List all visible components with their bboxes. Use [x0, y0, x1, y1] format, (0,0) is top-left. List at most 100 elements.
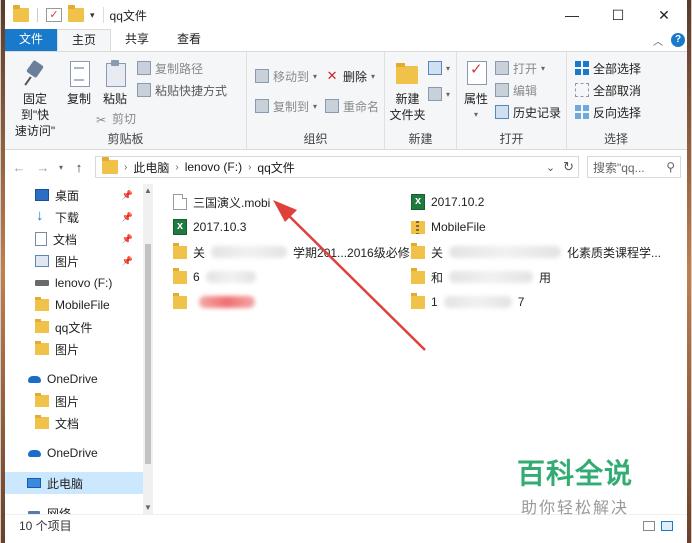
close-button[interactable]: ✕: [641, 0, 687, 30]
file-item[interactable]: 2017.10.2: [411, 192, 484, 212]
scissors-icon: ✂: [95, 113, 107, 127]
select-all-button[interactable]: 全部选择: [575, 58, 641, 78]
up-arrow-icon[interactable]: ↑: [71, 160, 87, 175]
file-item[interactable]: 和用: [411, 267, 551, 287]
rename-button[interactable]: 重命名: [325, 96, 379, 116]
file-item[interactable]: 关 化素质类课程学...: [411, 242, 661, 262]
nav-item[interactable]: 桌面 📌: [5, 184, 151, 206]
breadcrumb-this-pc[interactable]: 此电脑: [133, 159, 169, 176]
minimize-button[interactable]: —: [549, 0, 595, 30]
cut-button[interactable]: ✂ 剪切: [94, 109, 136, 129]
nav-item[interactable]: lenovo (F:): [5, 272, 151, 294]
nav-item[interactable]: OneDrive: [5, 442, 151, 464]
invert-selection-button[interactable]: 反向选择: [575, 102, 641, 122]
large-icons-view-icon[interactable]: [661, 520, 673, 531]
navigation-pane: 桌面📌下载📌文档📌图片📌lenovo (F:)MobileFileqq文件图片O…: [5, 184, 153, 521]
history-icon: [495, 105, 509, 119]
tab-file[interactable]: 文件: [5, 29, 58, 51]
paste-button[interactable]: 粘贴 ✂ 剪切: [94, 58, 136, 129]
recent-locations-dropdown[interactable]: ▾: [59, 163, 63, 172]
new-folder-quick-icon[interactable]: [68, 5, 84, 22]
breadcrumb-drive[interactable]: lenovo (F:): [185, 160, 242, 174]
pin-icon[interactable]: 📌: [122, 212, 133, 223]
delete-label: 删除: [343, 69, 368, 84]
back-arrow-icon[interactable]: ←: [11, 160, 27, 175]
history-button[interactable]: 历史记录: [495, 102, 561, 122]
copy-path-button[interactable]: 复制路径: [137, 58, 227, 78]
scroll-up-icon[interactable]: ▲: [144, 186, 152, 195]
nav-item[interactable]: 图片 📌: [5, 250, 151, 272]
paste-shortcut-icon: [137, 83, 151, 97]
file-item[interactable]: 2017.10.3: [173, 217, 246, 237]
search-placeholder: 搜索"qq...: [593, 160, 645, 175]
address-dropdown-icon[interactable]: ⌄: [546, 161, 555, 174]
address-bar[interactable]: › 此电脑 › lenovo (F:) › qq文件 ⌄ ↻: [95, 156, 579, 178]
tab-home[interactable]: 主页: [57, 29, 112, 51]
nav-item[interactable]: MobileFile: [5, 294, 151, 316]
file-item[interactable]: [173, 292, 255, 312]
desktop-wallpaper-edge: [687, 0, 691, 543]
breadcrumb-separator: ›: [248, 161, 252, 173]
easy-access-button[interactable]: ▾: [427, 84, 450, 104]
properties-button[interactable]: 属性 ▾: [461, 58, 491, 123]
help-icon[interactable]: ?: [671, 33, 685, 47]
tab-share[interactable]: 共享: [111, 29, 163, 51]
copy-to-icon: [255, 99, 269, 113]
copy-button[interactable]: 复制: [61, 58, 97, 107]
open-label: 打开: [513, 61, 538, 76]
nav-item[interactable]: OneDrive: [5, 368, 151, 390]
edit-button[interactable]: 编辑: [495, 80, 561, 100]
pin-quick-access-button[interactable]: 固定到"快 速访问": [9, 58, 61, 139]
file-item[interactable]: 6: [173, 267, 256, 287]
easy-access-icon: [427, 87, 442, 101]
customize-quick-access-dropdown[interactable]: ▾: [90, 10, 95, 21]
folder-icon: [35, 341, 49, 355]
navigation-scrollbar[interactable]: ▲ ▼: [143, 184, 153, 514]
file-item[interactable]: 关 学期201...2016级必修...: [173, 242, 420, 262]
nav-item[interactable]: 图片: [5, 338, 151, 360]
move-to-button[interactable]: 移动到 ▾: [255, 66, 317, 86]
nav-item[interactable]: 图片: [5, 390, 151, 412]
nav-item-label: 文档: [55, 416, 80, 431]
pin-icon[interactable]: 📌: [122, 234, 133, 245]
folder-icon: [411, 292, 425, 309]
paste-shortcut-button[interactable]: 粘贴快捷方式: [137, 80, 227, 100]
nav-item[interactable]: 文档 📌: [5, 228, 151, 250]
window-title: qq文件: [109, 8, 147, 23]
nav-item[interactable]: 文档: [5, 412, 151, 434]
delete-button[interactable]: ✕ 删除 ▾: [325, 66, 379, 86]
details-view-icon[interactable]: [643, 520, 655, 531]
nav-item[interactable]: 下载 📌: [5, 206, 151, 228]
properties-quick-icon[interactable]: ✓: [46, 8, 62, 22]
open-button[interactable]: 打开 ▾: [495, 58, 561, 78]
pin-icon[interactable]: 📌: [122, 190, 133, 201]
breadcrumb-folder[interactable]: qq文件: [257, 159, 294, 176]
redacted-text: [443, 296, 512, 308]
file-name-suffix: 7: [517, 295, 525, 309]
move-to-icon: [255, 69, 269, 83]
copy-to-button[interactable]: 复制到 ▾: [255, 96, 317, 116]
scroll-down-icon[interactable]: ▼: [144, 503, 152, 512]
window-controls: — ☐ ✕: [549, 0, 687, 30]
nav-item[interactable]: qq文件: [5, 316, 151, 338]
collapse-ribbon-icon[interactable]: ︿: [653, 33, 663, 48]
maximize-button[interactable]: ☐: [595, 0, 641, 30]
file-item[interactable]: 三国演义.mobi: [173, 192, 270, 212]
file-name: 和: [431, 270, 444, 285]
select-none-icon: [575, 83, 589, 97]
tab-view[interactable]: 查看: [163, 29, 215, 51]
nav-item[interactable]: 此电脑: [5, 472, 151, 494]
download-icon: [35, 207, 49, 224]
scrollbar-thumb[interactable]: [145, 244, 151, 464]
nav-item-label: 图片: [55, 394, 80, 409]
refresh-icon[interactable]: ↻: [563, 159, 574, 175]
select-none-button[interactable]: 全部取消: [575, 80, 641, 100]
search-input[interactable]: 搜索"qq... ⚲: [587, 156, 681, 178]
forward-arrow-icon[interactable]: →: [35, 160, 51, 175]
pin-icon[interactable]: 📌: [122, 256, 133, 267]
file-item[interactable]: MobileFile: [411, 217, 486, 237]
new-folder-button[interactable]: 新建 文件夹: [389, 58, 426, 123]
drive-icon: [35, 280, 49, 286]
file-item[interactable]: 17: [411, 292, 524, 312]
new-item-button[interactable]: ▾: [427, 58, 450, 78]
